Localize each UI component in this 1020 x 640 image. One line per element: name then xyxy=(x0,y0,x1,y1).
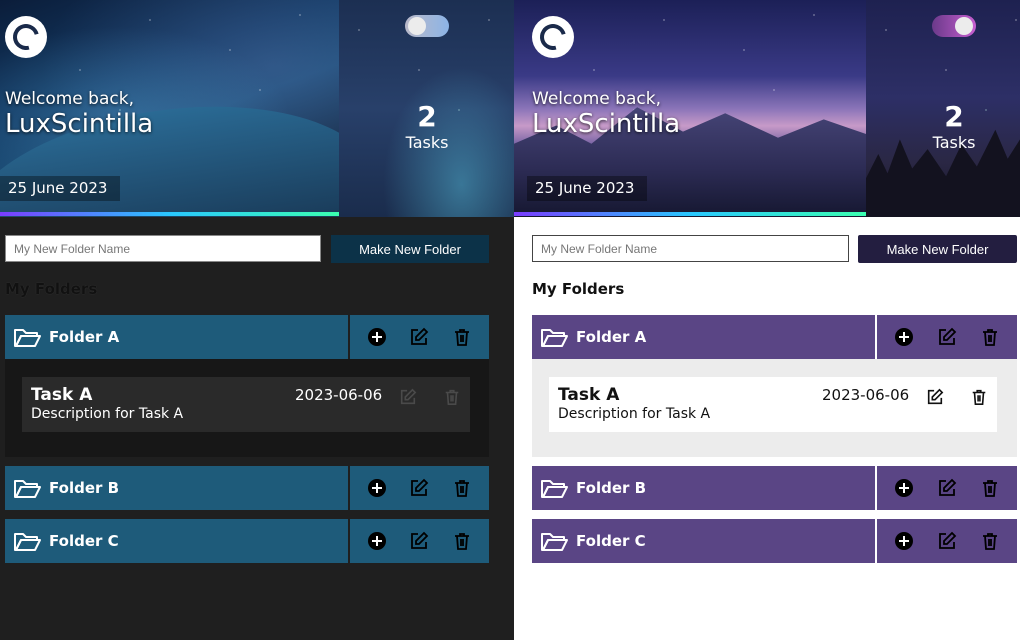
edit-icon[interactable] xyxy=(407,529,431,553)
folder-open-icon xyxy=(541,480,568,498)
moon-crescent-logo xyxy=(5,16,47,58)
user-name: LuxScintilla xyxy=(5,109,154,139)
add-circle-icon[interactable] xyxy=(892,529,916,553)
folder-open-icon xyxy=(541,533,568,551)
moon-crescent-logo xyxy=(532,16,574,58)
trash-icon[interactable] xyxy=(450,476,474,500)
folder-toggle-a[interactable]: Folder A xyxy=(532,315,875,359)
folder-a-tasks: Task A Description for Task A 2023-06-06 xyxy=(532,359,1017,457)
light-theme-preview: Welcome back, LuxScintilla 2 Tasks 25 Ju… xyxy=(514,0,1020,640)
make-new-folder-button[interactable]: Make New Folder xyxy=(331,235,489,263)
task-card[interactable]: Task A Description for Task A 2023-06-06 xyxy=(22,377,470,432)
folder-open-icon xyxy=(14,533,41,551)
edit-icon[interactable] xyxy=(935,325,959,349)
add-circle-icon[interactable] xyxy=(365,529,389,553)
edit-icon[interactable] xyxy=(923,385,947,409)
current-date: 25 June 2023 xyxy=(0,176,120,201)
welcome-text: Welcome back, xyxy=(532,89,661,109)
folder-row-c: Folder C xyxy=(5,519,489,563)
toggle-knob xyxy=(955,17,973,35)
trash-icon[interactable] xyxy=(440,385,464,409)
task-card[interactable]: Task A Description for Task A 2023-06-06 xyxy=(549,377,997,432)
folder-name: Folder B xyxy=(576,479,647,497)
folder-row-c: Folder C xyxy=(532,519,1017,563)
add-circle-icon[interactable] xyxy=(365,476,389,500)
folder-row-a: Folder A xyxy=(5,315,489,359)
trash-icon[interactable] xyxy=(978,529,1002,553)
folder-row-b: Folder B xyxy=(532,466,1017,510)
trash-icon[interactable] xyxy=(967,385,991,409)
folder-toggle-b[interactable]: Folder B xyxy=(5,466,348,510)
folder-name: Folder C xyxy=(576,532,646,550)
new-folder-name-input[interactable] xyxy=(532,235,849,262)
folder-open-icon xyxy=(14,329,41,347)
make-new-folder-button[interactable]: Make New Folder xyxy=(858,235,1017,263)
welcome-block: Welcome back, LuxScintilla xyxy=(5,88,153,138)
current-date: 25 June 2023 xyxy=(527,176,647,201)
task-due-date: 2023-06-06 xyxy=(822,386,910,404)
task-counter: 2 Tasks xyxy=(869,100,1020,152)
folder-name: Folder B xyxy=(49,479,120,497)
folder-row-a: Folder A xyxy=(532,315,1017,359)
folder-actions xyxy=(877,315,1017,359)
add-circle-icon[interactable] xyxy=(365,325,389,349)
header-banner: Welcome back, LuxScintilla 2 Tasks 25 Ju… xyxy=(0,0,514,217)
theme-toggle[interactable] xyxy=(405,15,449,37)
edit-icon[interactable] xyxy=(396,385,420,409)
folder-row-b: Folder B xyxy=(5,466,489,510)
folder-toggle-c[interactable]: Folder C xyxy=(532,519,875,563)
add-circle-icon[interactable] xyxy=(892,476,916,500)
trash-icon[interactable] xyxy=(978,476,1002,500)
user-name: LuxScintilla xyxy=(532,109,681,139)
welcome-block: Welcome back, LuxScintilla xyxy=(532,88,680,138)
trash-icon[interactable] xyxy=(978,325,1002,349)
folder-actions xyxy=(350,519,489,563)
my-folders-heading: My Folders xyxy=(532,280,625,298)
folder-name: Folder A xyxy=(576,328,647,346)
edit-icon[interactable] xyxy=(935,476,959,500)
dark-theme-preview: Welcome back, LuxScintilla 2 Tasks 25 Ju… xyxy=(0,0,514,640)
folder-actions xyxy=(877,466,1017,510)
theme-toggle[interactable] xyxy=(932,15,976,37)
my-folders-heading: My Folders xyxy=(5,280,98,298)
folder-open-icon xyxy=(14,480,41,498)
folder-toggle-c[interactable]: Folder C xyxy=(5,519,348,563)
folder-toggle-b[interactable]: Folder B xyxy=(532,466,875,510)
edit-icon[interactable] xyxy=(407,476,431,500)
accent-bar xyxy=(0,212,339,216)
task-count: 2 xyxy=(417,100,437,133)
welcome-text: Welcome back, xyxy=(5,89,134,109)
folder-a-tasks: Task A Description for Task A 2023-06-06 xyxy=(5,359,489,457)
header-banner: Welcome back, LuxScintilla 2 Tasks 25 Ju… xyxy=(514,0,1020,217)
add-circle-icon[interactable] xyxy=(892,325,916,349)
task-count-label: Tasks xyxy=(932,133,976,152)
trash-icon[interactable] xyxy=(450,325,474,349)
new-folder-name-input[interactable] xyxy=(5,235,321,262)
accent-bar xyxy=(514,212,866,216)
trash-icon[interactable] xyxy=(450,529,474,553)
folder-actions xyxy=(350,466,489,510)
toggle-knob xyxy=(408,17,426,35)
edit-icon[interactable] xyxy=(407,325,431,349)
edit-icon[interactable] xyxy=(935,529,959,553)
folder-name: Folder A xyxy=(49,328,120,346)
task-count: 2 xyxy=(944,100,964,133)
folder-actions xyxy=(350,315,489,359)
task-counter: 2 Tasks xyxy=(342,100,512,152)
task-count-label: Tasks xyxy=(405,133,449,152)
folder-name: Folder C xyxy=(49,532,119,550)
folder-actions xyxy=(877,519,1017,563)
folder-toggle-a[interactable]: Folder A xyxy=(5,315,348,359)
task-due-date: 2023-06-06 xyxy=(295,386,383,404)
folder-open-icon xyxy=(541,329,568,347)
